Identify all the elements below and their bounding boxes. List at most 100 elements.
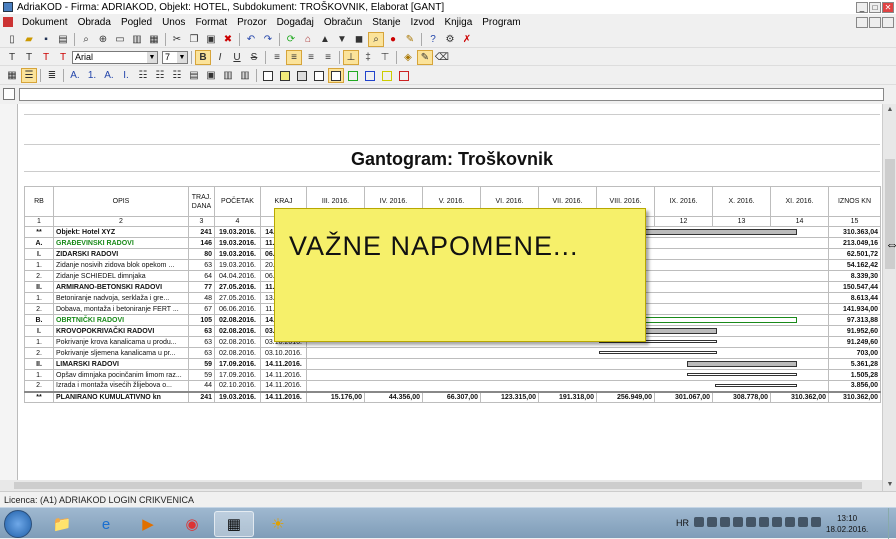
heading-i-icon[interactable]: I. (118, 68, 134, 83)
open-icon[interactable]: ▰ (21, 32, 37, 47)
align-center-icon[interactable]: ≡ (286, 49, 302, 65)
font-select[interactable]: Arial ▼ (72, 50, 158, 64)
clock[interactable]: 13:10 18.02.2016. (826, 513, 868, 535)
table-row[interactable]: 2. Izrada i montaža visećih žlijebova o..… (24, 380, 881, 392)
cell-ref-box[interactable] (3, 88, 15, 100)
tray-app-icon[interactable] (707, 517, 717, 527)
tray-app-icon[interactable] (759, 517, 769, 527)
total-row[interactable]: ** PLANIRANO KUMULATIVNO kn 241 19.03.2016.… (24, 390, 881, 403)
menu-obrada[interactable]: Obrada (73, 17, 116, 28)
zoom-icon[interactable]: ⊕ (95, 32, 111, 47)
car-icon[interactable]: ◼ (351, 32, 367, 47)
tray-app-icon[interactable] (720, 517, 730, 527)
formula-field[interactable] (19, 87, 884, 101)
minimize-button[interactable]: _ (856, 1, 868, 13)
valign-top-icon[interactable]: ⊤ (377, 50, 393, 65)
menu-stanje[interactable]: Stanje (367, 17, 405, 28)
strike-button[interactable]: S (246, 50, 262, 65)
table-icon[interactable]: ▤ (186, 68, 202, 83)
align-right-icon[interactable]: ≡ (303, 50, 319, 65)
color-yellow-icon[interactable] (277, 68, 293, 83)
scroll-down-icon[interactable]: ▼ (883, 479, 896, 491)
valign-middle-icon[interactable]: ‡ (360, 50, 376, 65)
sticky-note[interactable]: VAŽNE NAPOMENE... (274, 208, 646, 342)
print-icon[interactable]: ▤ (55, 32, 71, 47)
chrome-icon[interactable]: ◉ (172, 511, 212, 537)
columns-icon[interactable]: ▦ (146, 32, 162, 47)
valign-bottom-icon[interactable]: ⊥ (343, 49, 359, 65)
color-box-icon[interactable] (328, 68, 344, 83)
preview-icon[interactable]: ⌕ (78, 32, 94, 47)
help-icon[interactable]: ? (425, 32, 441, 47)
media-player-icon[interactable]: ▶ (128, 511, 168, 537)
menu-prozor[interactable]: Prozor (232, 17, 271, 28)
table-4-icon[interactable]: ▥ (237, 68, 253, 83)
tray-app-icon[interactable] (772, 517, 782, 527)
color-white-2-icon[interactable] (311, 68, 327, 83)
menu-pogled[interactable]: Pogled (116, 17, 157, 28)
color-yellow-border-icon[interactable] (379, 68, 395, 83)
hscroll-thumb[interactable] (14, 482, 862, 489)
tray-app-icon[interactable] (733, 517, 743, 527)
tray-app-icon[interactable] (746, 517, 756, 527)
text-style-1-icon[interactable]: T (4, 50, 20, 65)
color-gray-icon[interactable] (294, 68, 310, 83)
menu-dokument[interactable]: Dokument (17, 17, 73, 28)
menu-izvod[interactable]: Izvod (406, 17, 440, 28)
italic-button[interactable]: I (212, 50, 228, 65)
ie-icon[interactable]: e (86, 511, 126, 537)
language-indicator[interactable]: HR (676, 518, 689, 528)
sun-app-icon[interactable]: ☀ (258, 511, 298, 537)
cut-icon[interactable]: ✂ (169, 32, 185, 47)
delete-icon[interactable]: ✖ (220, 32, 236, 47)
exit-icon[interactable]: ✗ (459, 32, 475, 47)
indent-icon[interactable]: ≣ (44, 68, 60, 83)
color-white-icon[interactable] (260, 68, 276, 83)
list-icon[interactable]: ☰ (21, 68, 37, 83)
text-highlight-icon[interactable]: T (55, 50, 71, 65)
scroll-up-icon[interactable]: ▲ (883, 104, 896, 116)
table-row[interactable]: II. LIMARSKI RADOVI 59 17.09.2016. 14.11.201… (24, 358, 881, 370)
eraser-icon[interactable]: ⌫ (434, 50, 450, 65)
start-button[interactable] (4, 510, 32, 538)
size-select[interactable]: 7 ▼ (162, 50, 188, 64)
settings-icon[interactable]: ⚙ (442, 32, 458, 47)
paste-icon[interactable]: ▣ (203, 32, 219, 47)
underline-button[interactable]: U (229, 50, 245, 65)
undo-icon[interactable]: ↶ (243, 32, 259, 47)
flag-icon[interactable] (811, 517, 821, 527)
pencil-icon[interactable]: ✎ (417, 49, 433, 65)
network-icon[interactable] (785, 517, 795, 527)
save-icon[interactable]: ▪ (38, 32, 54, 47)
copy-icon[interactable]: ❐ (186, 32, 202, 47)
stop-icon[interactable]: ● (385, 32, 401, 47)
new-icon[interactable]: ▯ (4, 32, 20, 47)
adriakod-taskbar-icon[interactable]: ▦ (214, 511, 254, 537)
align-left-icon[interactable]: ≡ (269, 50, 285, 65)
explorer-icon[interactable]: 📁 (42, 511, 82, 537)
horizontal-scrollbar[interactable] (0, 480, 882, 491)
tray-app-icon[interactable] (694, 517, 704, 527)
heading-1-icon[interactable]: 1. (84, 68, 100, 83)
list-style-icon[interactable]: ☷ (135, 68, 151, 83)
page-icon[interactable]: ▭ (112, 32, 128, 47)
vertical-scrollbar[interactable]: ▲ ▼ (882, 104, 896, 491)
doc-minimize-button[interactable] (856, 16, 868, 28)
menu-obracun[interactable]: Obračun (319, 17, 367, 28)
color-blue-icon[interactable] (362, 68, 378, 83)
show-desktop-button[interactable] (888, 508, 896, 539)
color-red-icon[interactable] (396, 68, 412, 83)
bold-button[interactable]: B (195, 49, 211, 65)
refresh-icon[interactable]: ⟳ (283, 32, 299, 47)
doc-close-button[interactable] (882, 16, 894, 28)
doc-restore-button[interactable] (869, 16, 881, 28)
justify-icon[interactable]: ≡ (320, 50, 336, 65)
pages-icon[interactable]: ▥ (129, 32, 145, 47)
menu-knjiga[interactable]: Knjiga (439, 17, 477, 28)
list-style-3-icon[interactable]: ☷ (169, 68, 185, 83)
menu-dogadaj[interactable]: Događaj (272, 17, 319, 28)
up-icon[interactable]: ▲ (317, 32, 333, 47)
heading-a2-icon[interactable]: A. (101, 68, 117, 83)
border-icon[interactable]: ▦ (4, 68, 20, 83)
maximize-button[interactable]: □ (869, 1, 881, 13)
